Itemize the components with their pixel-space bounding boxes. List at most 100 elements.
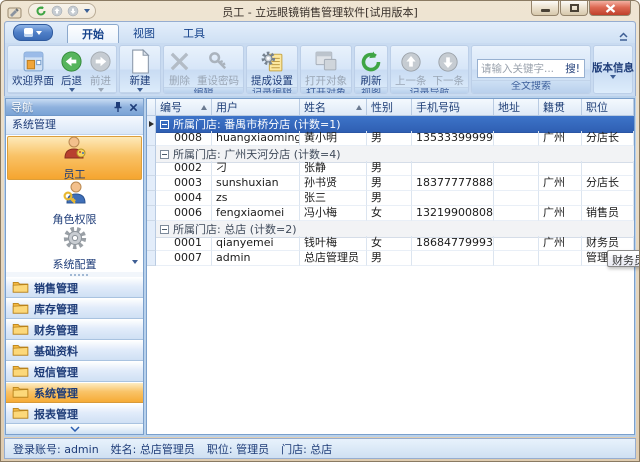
sidebar-item-employee[interactable]: 员工 bbox=[7, 136, 142, 180]
cell-hometown bbox=[539, 251, 582, 266]
cell-number: 0007 bbox=[156, 251, 212, 266]
welcome-label: 欢迎界面 bbox=[12, 75, 54, 87]
cell-user: qianyemei bbox=[212, 236, 300, 251]
restore-icon bbox=[570, 4, 579, 12]
cell-address bbox=[494, 161, 539, 176]
tab-view[interactable]: 视图 bbox=[119, 24, 169, 43]
column-header-position[interactable]: 职位 bbox=[582, 99, 634, 116]
table-row[interactable]: 0001 qianyemei 钱叶梅 女 18684779993 广州 财务员 bbox=[147, 236, 634, 251]
forward-button[interactable]: 前进 bbox=[86, 47, 115, 92]
app-menu-button[interactable] bbox=[13, 24, 53, 41]
sidebar-overflow-button[interactable] bbox=[6, 424, 143, 434]
sidebar-group-basic-data[interactable]: 基础资料 bbox=[6, 340, 143, 361]
forward-label: 前进 bbox=[90, 75, 111, 87]
cell-user: fengxiaomei bbox=[212, 206, 300, 221]
column-header-name[interactable]: 姓名 bbox=[300, 99, 367, 116]
sidebar-group-label: 财务管理 bbox=[34, 322, 78, 338]
open-object-button[interactable]: 打开对象 bbox=[302, 47, 350, 87]
minimize-button[interactable] bbox=[531, 1, 559, 16]
sidebar-group-finance[interactable]: 财务管理 bbox=[6, 319, 143, 340]
row-indicator bbox=[147, 251, 156, 266]
tab-home[interactable]: 开始 bbox=[67, 24, 119, 43]
sidebar-group-reports[interactable]: 报表管理 bbox=[6, 403, 143, 424]
refresh-button[interactable]: 刷新 bbox=[356, 47, 386, 87]
title-bar[interactable]: 员工 - 立远眼镜销售管理软件[试用版本] bbox=[1, 1, 639, 21]
new-button[interactable]: 新建 bbox=[126, 47, 154, 92]
welcome-screen-button[interactable]: 欢迎界面 bbox=[9, 47, 57, 92]
table-row[interactable]: 0004 zs 张三 男 bbox=[147, 191, 634, 206]
close-button[interactable] bbox=[589, 1, 631, 16]
tooltip: 财务员 bbox=[607, 250, 640, 267]
previous-record-button[interactable]: 上一条 bbox=[392, 47, 430, 87]
search-input[interactable] bbox=[478, 63, 561, 75]
cell-number: 0006 bbox=[156, 206, 212, 221]
sidebar-item-role-permissions[interactable]: 角色权限 bbox=[6, 181, 143, 225]
qat-next-record-button[interactable] bbox=[66, 5, 79, 18]
collapse-icon[interactable] bbox=[160, 120, 169, 129]
cell-gender: 女 bbox=[367, 206, 412, 221]
back-label: 后退 bbox=[61, 75, 82, 87]
sidebar-group-label: 系统管理 bbox=[34, 385, 78, 401]
cell-address bbox=[494, 251, 539, 266]
chevron-down-icon bbox=[70, 426, 80, 432]
cell-hometown: 广州 bbox=[539, 176, 582, 191]
column-header-user[interactable]: 用户 bbox=[212, 99, 300, 116]
delete-button[interactable]: 删除 bbox=[165, 47, 194, 87]
sidebar-group-label: 短信管理 bbox=[34, 364, 78, 380]
column-header-address[interactable]: 地址 bbox=[494, 99, 539, 116]
previous-record-label: 上一条 bbox=[395, 75, 427, 87]
new-document-icon bbox=[129, 48, 151, 75]
table-row[interactable]: 0002 刁 张静 男 bbox=[147, 161, 634, 176]
sidebar-group-system[interactable]: 系统管理 bbox=[6, 382, 143, 403]
table-row[interactable]: 0007 admin 总店管理员 男 管理员 bbox=[147, 251, 634, 266]
column-label: 姓名 bbox=[304, 99, 353, 115]
welcome-icon bbox=[21, 48, 46, 75]
delete-label: 删除 bbox=[169, 75, 190, 87]
column-header-number[interactable]: 编号 bbox=[156, 99, 212, 116]
version-info-button[interactable]: 版本信息 bbox=[595, 47, 631, 93]
qat-refresh-button[interactable] bbox=[34, 5, 47, 18]
cell-phone: 18377777888 bbox=[412, 176, 494, 191]
group-row-tianhe[interactable]: 所属门店: 广州天河分店 (计数=4) bbox=[147, 146, 634, 161]
commission-settings-button[interactable]: 提成设置 bbox=[248, 47, 296, 87]
group-label: 所属门店: 番禺市桥分店 (计数=1) bbox=[173, 116, 341, 132]
group-row-headquarters[interactable]: 所属门店: 总店 (计数=2) bbox=[147, 221, 634, 236]
column-header-hometown[interactable]: 籍贯 bbox=[539, 99, 582, 116]
cell-name: 张静 bbox=[300, 161, 367, 176]
window-icon bbox=[314, 48, 339, 75]
chevron-down-icon[interactable] bbox=[132, 260, 138, 264]
window-title: 员工 - 立远眼镜销售管理软件[试用版本] bbox=[121, 4, 519, 20]
sidebar-section-header[interactable]: 系统管理 bbox=[6, 116, 143, 135]
table-row[interactable]: 0006 fengxiaomei 冯小梅 女 13219900808 广州 销售… bbox=[147, 206, 634, 221]
column-label: 职位 bbox=[586, 99, 629, 115]
next-record-button[interactable]: 下一条 bbox=[430, 47, 468, 87]
back-button[interactable]: 后退 bbox=[57, 47, 86, 92]
cell-gender: 女 bbox=[367, 236, 412, 251]
sidebar-items: 员工 角色权限 系统配置 bbox=[6, 135, 143, 272]
collapse-icon[interactable] bbox=[160, 225, 169, 234]
column-label: 地址 bbox=[498, 99, 534, 115]
table-row[interactable]: 0003 sunshuxian 孙书贤 男 18377777888 广州 分店长 bbox=[147, 176, 634, 191]
sidebar-group-sales[interactable]: 销售管理 bbox=[6, 277, 143, 298]
sidebar-group-sms[interactable]: 短信管理 bbox=[6, 361, 143, 382]
tab-tools[interactable]: 工具 bbox=[169, 24, 219, 43]
sidebar-group-inventory[interactable]: 库存管理 bbox=[6, 298, 143, 319]
group-row-panyu[interactable]: 所属门店: 番禺市桥分店 (计数=1) bbox=[147, 116, 634, 131]
qat-dropdown-icon[interactable] bbox=[84, 9, 90, 13]
restore-button[interactable] bbox=[560, 1, 588, 16]
pin-icon[interactable] bbox=[113, 101, 123, 113]
app-menu-icon bbox=[24, 28, 33, 37]
qat-previous-record-button[interactable] bbox=[50, 5, 63, 18]
column-header-gender[interactable]: 性别 bbox=[367, 99, 412, 116]
ribbon-group-label: 编辑 bbox=[164, 87, 243, 93]
search-box: 搜! bbox=[477, 59, 585, 78]
close-icon[interactable] bbox=[129, 103, 138, 112]
table-row[interactable]: 0008 huangxiaoming 黄小明 男 13533399999 广州 … bbox=[147, 131, 634, 146]
column-header-phone[interactable]: 手机号码 bbox=[412, 99, 494, 116]
sidebar-group-label: 报表管理 bbox=[34, 406, 78, 422]
group-label: 所属门店: 总店 (计数=2) bbox=[173, 221, 297, 237]
sidebar-item-system-config[interactable]: 系统配置 bbox=[6, 225, 143, 272]
search-button[interactable]: 搜! bbox=[561, 61, 584, 76]
collapse-icon[interactable] bbox=[160, 150, 169, 159]
reset-password-button[interactable]: 重设密码 bbox=[194, 47, 242, 87]
